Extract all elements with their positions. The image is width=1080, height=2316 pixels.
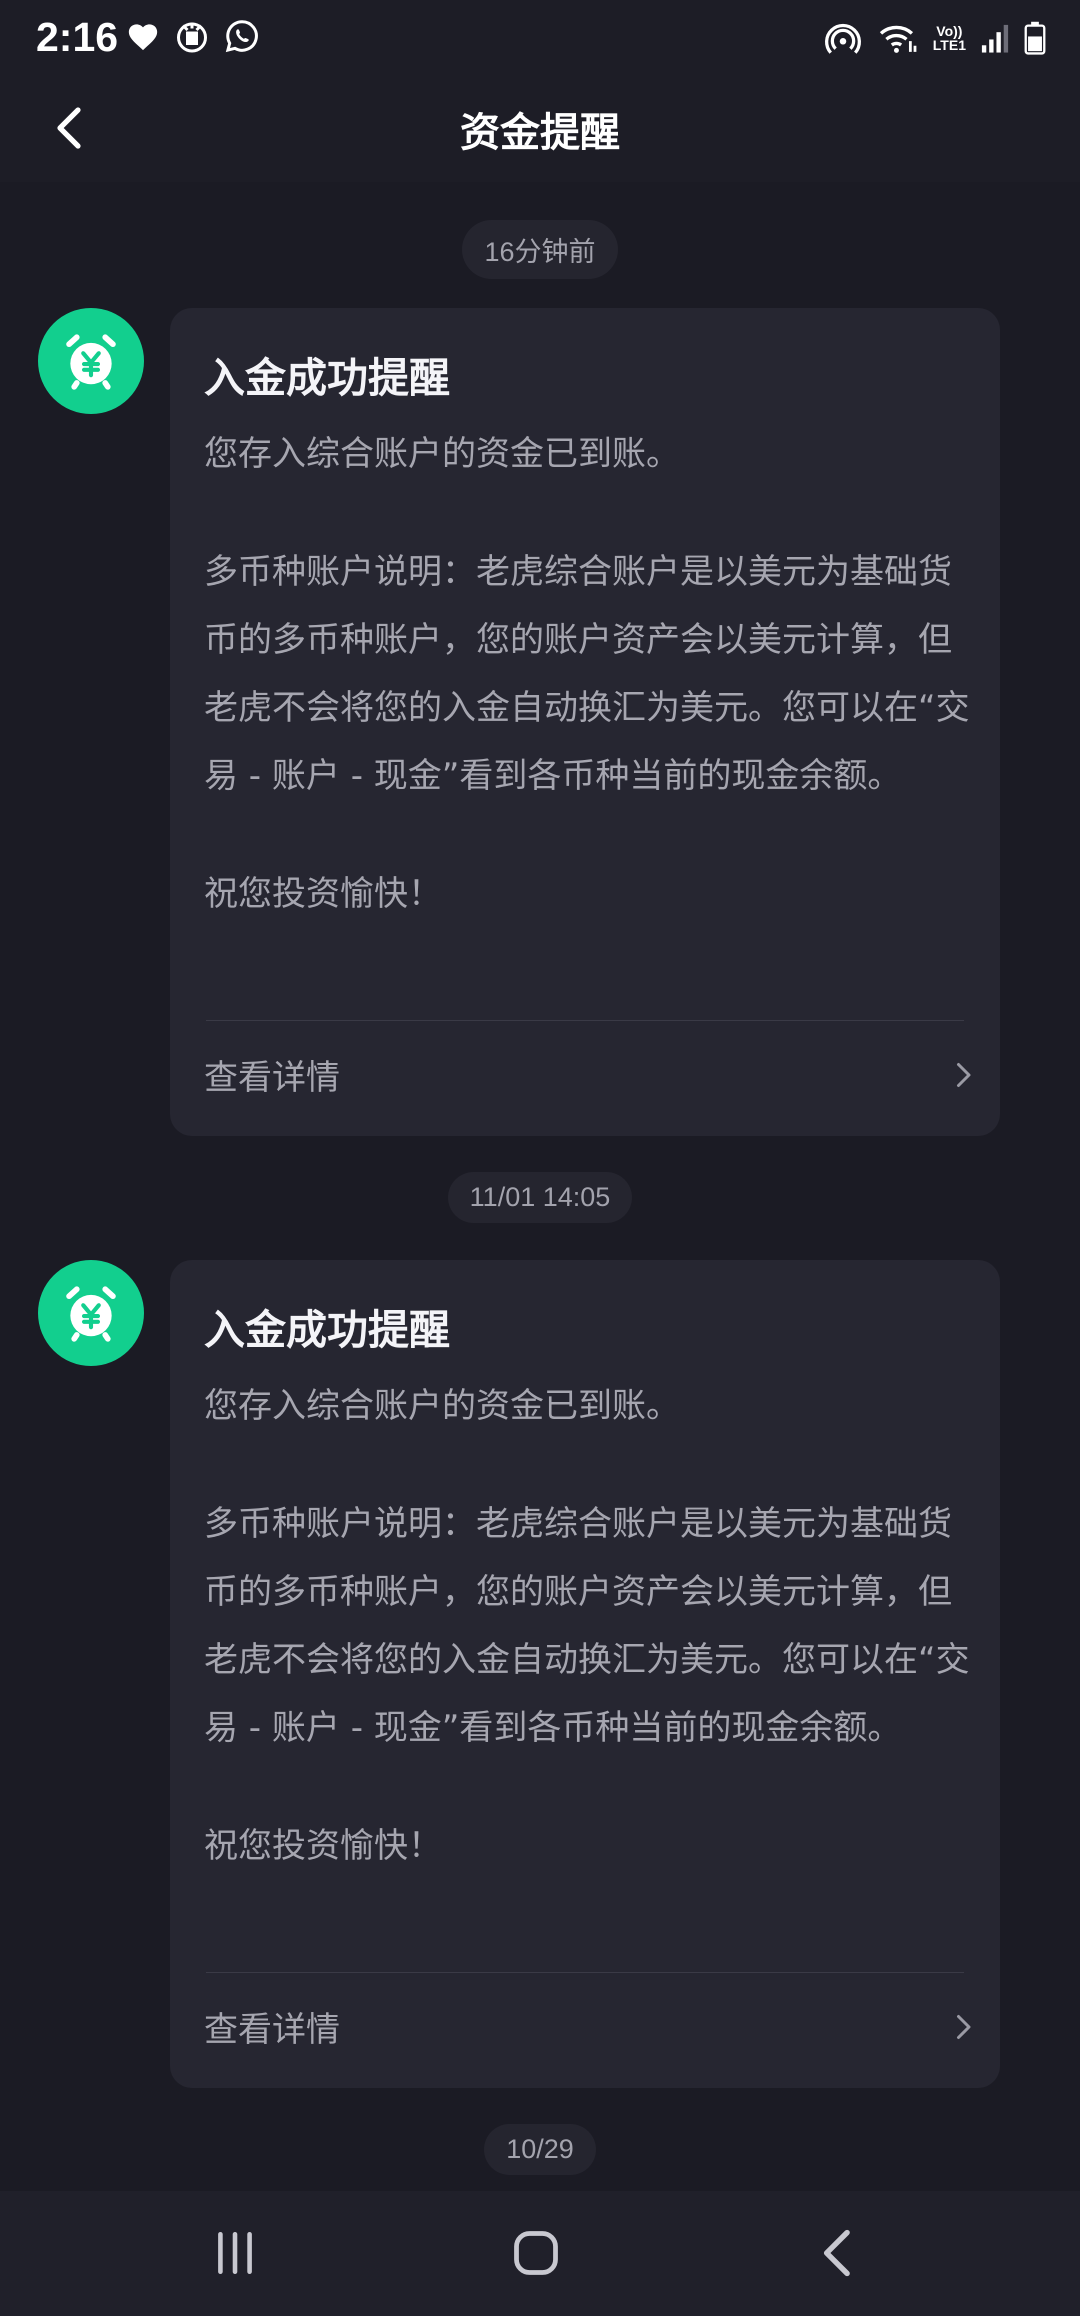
message-body: 您存入综合账户的资金已到账。 多币种账户说明：老虎综合账户是以美元为基础货币的多…	[204, 1372, 976, 1880]
view-details-link[interactable]: 查看详情	[204, 1050, 340, 1099]
hotspot-icon	[823, 20, 863, 56]
alarm-clock-yen-icon	[66, 334, 116, 390]
back-icon	[823, 2229, 850, 2277]
timestamp-row: 10/29	[0, 2124, 1080, 2175]
recents-icon	[218, 2231, 252, 2275]
view-details-link[interactable]: 查看详情	[204, 2002, 340, 2051]
timestamp-row: 11/01 14:05	[0, 1172, 1080, 1223]
volte-label: Vo))	[936, 23, 963, 39]
status-bar: 2:16 Vo)) LTE1	[0, 0, 1080, 78]
message-timestamp: 16分钟前	[462, 220, 618, 279]
message-paragraph: 多币种账户说明：老虎综合账户是以美元为基础货币的多币种账户，您的账户资产会以美元…	[204, 552, 970, 796]
message-title: 入金成功提醒	[204, 354, 450, 402]
heart-icon	[126, 20, 160, 52]
home-button[interactable]	[496, 2221, 576, 2285]
page-title: 资金提醒	[460, 110, 620, 156]
alarm-clock-yen-icon	[66, 1286, 116, 1342]
status-left-icons	[126, 18, 260, 54]
message-card[interactable]: 入金成功提醒 您存入综合账户的资金已到账。 多币种账户说明：老虎综合账户是以美元…	[170, 1260, 1000, 2088]
message-timestamp: 11/01 14:05	[447, 1172, 633, 1223]
card-divider	[206, 1972, 964, 1973]
status-right-icons: Vo)) LTE1	[823, 20, 1046, 56]
header-bar: 资金提醒	[0, 78, 1080, 183]
lte-label: LTE1	[932, 37, 966, 53]
message-line: 您存入综合账户的资金已到账。	[204, 1386, 680, 1426]
message-list[interactable]: 16分钟前 入金成功提醒 您存入综合账户的资金已到账。 多币种账户说明：老虎综合…	[0, 182, 1080, 2191]
avatar	[38, 308, 144, 414]
message-card[interactable]: 入金成功提醒 您存入综合账户的资金已到账。 多币种账户说明：老虎综合账户是以美元…	[170, 308, 1000, 1136]
message-closing: 祝您投资愉快！	[204, 874, 442, 914]
gift-badge-icon	[174, 19, 210, 53]
message-paragraph: 多币种账户说明：老虎综合账户是以美元为基础货币的多币种账户，您的账户资产会以美元…	[204, 1504, 970, 1748]
message-closing: 祝您投资愉快！	[204, 1826, 442, 1866]
system-back-button[interactable]	[798, 2221, 878, 2285]
battery-icon	[1024, 21, 1046, 55]
timestamp-row: 16分钟前	[0, 220, 1080, 279]
volte-icon: Vo)) LTE1	[933, 24, 966, 52]
chevron-right-icon	[948, 2012, 978, 2042]
wifi-icon	[877, 21, 919, 55]
card-divider	[206, 1020, 964, 1021]
message-title: 入金成功提醒	[204, 1306, 450, 1354]
chevron-right-icon	[948, 1060, 978, 1090]
avatar	[38, 1260, 144, 1366]
signal-icon	[980, 22, 1010, 54]
system-nav-bar	[0, 2191, 1080, 2316]
recents-button[interactable]	[195, 2221, 275, 2285]
status-time: 2:16	[36, 14, 119, 60]
message-timestamp: 10/29	[484, 2124, 596, 2175]
message-line: 您存入综合账户的资金已到账。	[204, 434, 680, 474]
message-body: 您存入综合账户的资金已到账。 多币种账户说明：老虎综合账户是以美元为基础货币的多…	[204, 420, 976, 928]
whatsapp-icon	[224, 18, 260, 54]
home-icon	[514, 2231, 558, 2275]
